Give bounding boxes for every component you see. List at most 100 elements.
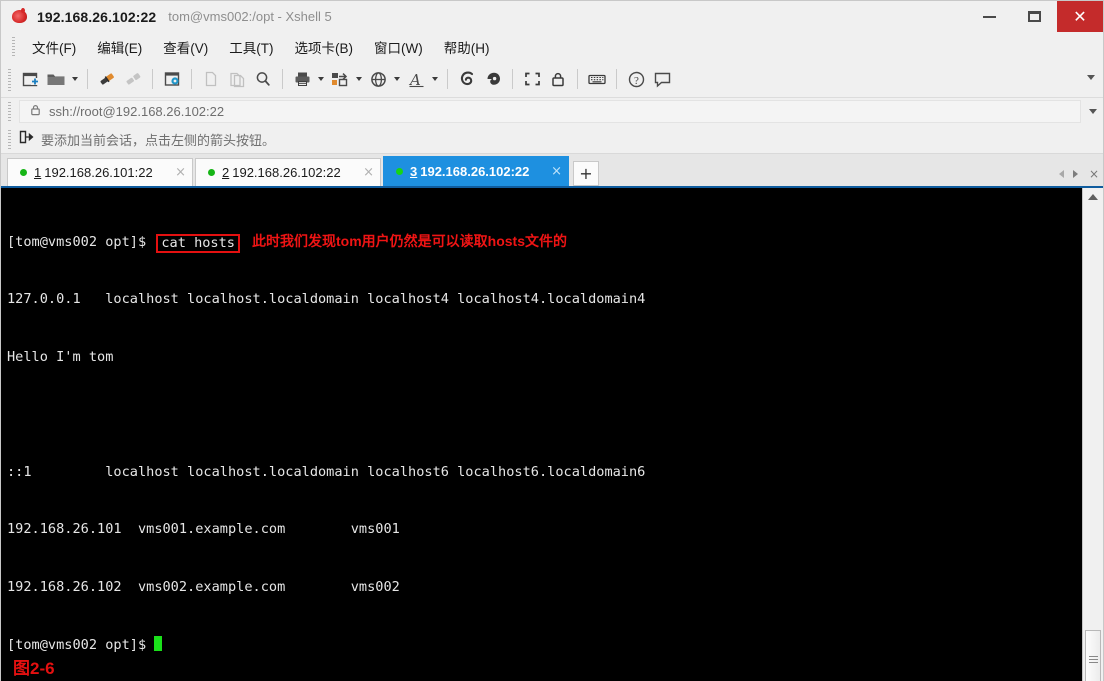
highlighted-command: cat hosts: [156, 234, 240, 254]
window-controls: ✕: [967, 1, 1103, 32]
tab-bar: 1 192.168.26.101:22 × 2 192.168.26.102:2…: [1, 154, 1103, 186]
menu-bar: 文件(F) 编辑(E) 查看(V) 工具(T) 选项卡(B) 窗口(W) 帮助(…: [1, 32, 1103, 61]
globe-dropdown-caret[interactable]: [391, 66, 403, 92]
terminal-line: Hello I'm tom: [7, 348, 114, 365]
print-dropdown-caret[interactable]: [315, 66, 327, 92]
menu-view[interactable]: 查看(V): [154, 34, 217, 60]
toolbar-overflow-caret[interactable]: [1087, 75, 1095, 80]
maximize-icon: [1028, 11, 1041, 22]
shell-prompt: [tom@vms002 opt]$: [7, 636, 155, 653]
find-icon[interactable]: [250, 66, 276, 92]
toolbar: A ?: [1, 61, 1103, 98]
terminal-area: [tom@vms002 opt]$ cat hosts 此时我们发现tom用户仍然…: [1, 186, 1103, 681]
address-value: ssh://root@192.168.26.102:22: [49, 104, 225, 119]
tab-label: 192.168.26.102:22: [420, 164, 530, 179]
window-title-host: 192.168.26.102:22: [37, 8, 157, 25]
tab-label: 192.168.26.101:22: [44, 165, 153, 180]
menu-window[interactable]: 窗口(W): [365, 34, 432, 60]
new-tab-button[interactable]: +: [573, 161, 599, 186]
terminal-cursor: [154, 635, 163, 651]
toolbar-separator: [191, 69, 192, 89]
folder-dropdown-caret[interactable]: [69, 66, 81, 92]
xshell-window: 192.168.26.102:22 tom@vms002:/opt - Xshe…: [0, 0, 1104, 681]
svg-text:?: ?: [634, 75, 639, 87]
terminal-line: ::1 localhost localhost.localdomain loca…: [7, 463, 646, 480]
tab-close-icon[interactable]: ×: [163, 165, 186, 180]
tab-label: 192.168.26.102:22: [232, 165, 341, 180]
xshell-snail-icon: [11, 7, 29, 26]
vertical-scrollbar[interactable]: [1082, 188, 1103, 681]
shell-prompt: [tom@vms002 opt]$: [7, 234, 155, 251]
session-properties-icon[interactable]: [159, 66, 185, 92]
add-session-arrow-icon[interactable]: [19, 130, 34, 149]
connect-icon[interactable]: [94, 66, 120, 92]
open-folder-icon[interactable]: [43, 66, 69, 92]
minimize-button[interactable]: [967, 1, 1012, 32]
tab-number: 2: [222, 165, 230, 180]
disconnect-icon: [120, 66, 146, 92]
toolbar-separator: [616, 69, 617, 89]
title-bar: 192.168.26.102:22 tom@vms002:/opt - Xshe…: [1, 1, 1103, 32]
menu-help[interactable]: 帮助(H): [435, 34, 499, 60]
font-icon[interactable]: A: [403, 66, 429, 92]
tab-bar-controls: ×: [1055, 165, 1099, 183]
menu-edit[interactable]: 编辑(E): [88, 34, 151, 60]
terminal-line: 192.168.26.102 vms002.example.com vms002: [7, 578, 400, 595]
help-icon[interactable]: ?: [623, 66, 649, 92]
print-icon[interactable]: [289, 66, 315, 92]
menu-file[interactable]: 文件(F): [23, 34, 85, 60]
menu-tools[interactable]: 工具(T): [220, 34, 282, 60]
globe-icon[interactable]: [365, 66, 391, 92]
terminal-line: 192.168.26.101 vms001.example.com vms001: [7, 521, 400, 538]
address-bar: ssh://root@192.168.26.102:22: [1, 98, 1103, 125]
file-transfer-icon[interactable]: [327, 66, 353, 92]
tab-scroll-right-icon[interactable]: [1069, 165, 1083, 183]
toolbar-separator: [577, 69, 578, 89]
font-dropdown-caret[interactable]: [429, 66, 441, 92]
paste-icon: [224, 66, 250, 92]
notice-bar: 要添加当前会话，点击左侧的箭头按钮。: [1, 125, 1103, 154]
tab-status-dot: [396, 168, 403, 175]
terminal-command-line: [tom@vms002 opt]$ cat hosts 此时我们发现tom用户仍然…: [7, 232, 1082, 254]
address-input[interactable]: ssh://root@192.168.26.102:22: [19, 100, 1081, 123]
scrollbar-track[interactable]: [1083, 206, 1103, 681]
tab-scroll-left-icon[interactable]: [1055, 165, 1069, 183]
transfer-dropdown-caret[interactable]: [353, 66, 365, 92]
tab-3[interactable]: 3 192.168.26.102:22 ×: [383, 156, 569, 186]
tab-bar-close-icon[interactable]: ×: [1089, 167, 1099, 181]
menu-tab[interactable]: 选项卡(B): [286, 34, 363, 60]
tab-number: 1: [34, 165, 42, 180]
toolbar-separator: [87, 69, 88, 89]
tab-1[interactable]: 1 192.168.26.101:22 ×: [7, 158, 193, 186]
scrollbar-thumb[interactable]: [1085, 630, 1101, 681]
window-title-subtitle: tom@vms002:/opt - Xshell 5: [168, 9, 332, 24]
lock-icon[interactable]: [545, 66, 571, 92]
tab-number: 3: [410, 164, 418, 179]
toolbar-separator: [282, 69, 283, 89]
tab-status-dot: [208, 169, 215, 176]
terminal-prompt-line: [tom@vms002 opt]$: [7, 635, 1082, 655]
log-start-icon[interactable]: [454, 66, 480, 92]
maximize-button[interactable]: [1012, 1, 1057, 32]
log-stop-icon[interactable]: [480, 66, 506, 92]
lock-icon: [30, 103, 41, 121]
feedback-icon[interactable]: [649, 66, 675, 92]
address-dropdown-caret[interactable]: [1083, 100, 1103, 123]
annotation-text: 此时我们发现tom用户仍然是可以读取hosts文件的: [252, 233, 567, 250]
copy-icon: [198, 66, 224, 92]
fullscreen-icon[interactable]: [519, 66, 545, 92]
terminal-output[interactable]: [tom@vms002 opt]$ cat hosts 此时我们发现tom用户仍然…: [1, 188, 1082, 681]
keyboard-icon[interactable]: [584, 66, 610, 92]
notice-text: 要添加当前会话，点击左侧的箭头按钮。: [41, 132, 276, 148]
tab-2[interactable]: 2 192.168.26.102:22 ×: [195, 158, 381, 186]
scroll-up-button[interactable]: [1083, 188, 1103, 206]
minimize-icon: [983, 15, 996, 18]
close-icon: ✕: [1073, 6, 1087, 26]
toolbar-separator: [512, 69, 513, 89]
close-button[interactable]: ✕: [1057, 1, 1103, 32]
scrollbar-grip-icon: [1088, 655, 1098, 663]
tab-close-icon[interactable]: ×: [351, 165, 374, 180]
tab-close-icon[interactable]: ×: [539, 164, 562, 179]
new-session-icon[interactable]: [17, 66, 43, 92]
